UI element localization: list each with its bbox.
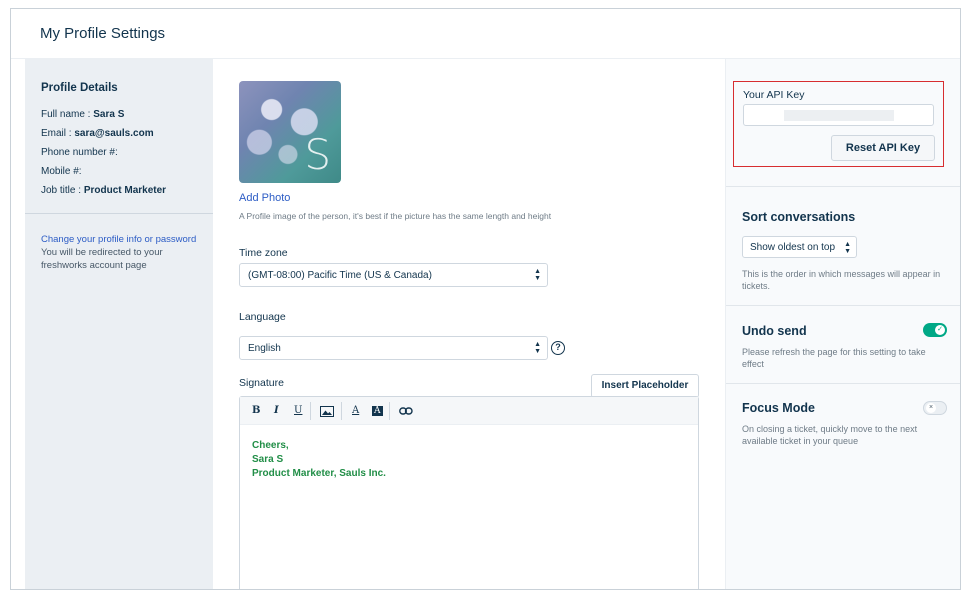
panel-divider	[726, 305, 960, 306]
toolbar-divider	[341, 402, 342, 420]
settings-frame: My Profile Settings Profile Details Full…	[10, 8, 961, 590]
underline-icon[interactable]: U	[294, 405, 302, 416]
timezone-value: (GMT-08:00) Pacific Time (US & Canada)	[248, 270, 432, 281]
sort-select[interactable]: Show oldest on top ▲ ▼	[742, 236, 857, 258]
language-select[interactable]: English ▲ ▼	[239, 336, 548, 360]
api-key-section: Your API Key Reset API Key	[733, 81, 944, 167]
api-key-label: Your API Key	[743, 89, 805, 101]
avatar[interactable]: S	[239, 81, 341, 183]
timezone-label: Time zone	[239, 247, 288, 259]
timezone-select[interactable]: (GMT-08:00) Pacific Time (US & Canada) ▲…	[239, 263, 548, 287]
signature-line: Sara S	[252, 454, 284, 465]
signature-content: Cheers, Sara S Product Marketer, Sauls I…	[252, 439, 386, 481]
toolbar-divider	[389, 402, 390, 420]
italic-icon[interactable]: I	[274, 405, 279, 416]
email-row: Email : sara@sauls.com	[41, 128, 154, 139]
background-color-icon[interactable]: A	[372, 406, 383, 416]
sort-title: Sort conversations	[742, 210, 856, 224]
mobile-label: Mobile #:	[41, 166, 82, 177]
redirect-text: You will be redirected to your freshwork…	[41, 247, 163, 271]
close-icon: ×	[926, 403, 936, 413]
add-photo-link[interactable]: Add Photo	[239, 192, 290, 204]
api-key-mask	[784, 110, 894, 121]
email-label: Email :	[41, 128, 75, 139]
undo-send-description: Please refresh the page for this setting…	[742, 347, 926, 369]
sort-value: Show oldest on top	[750, 242, 836, 253]
language-value: English	[248, 343, 281, 354]
check-icon: ✓	[935, 325, 945, 335]
insert-placeholder-button[interactable]: Insert Placeholder	[591, 374, 699, 398]
email-value: sara@sauls.com	[74, 128, 154, 139]
job-title-value: Product Marketer	[83, 185, 167, 196]
focus-mode-title: Focus Mode	[742, 401, 815, 415]
select-arrows-icon: ▲ ▼	[534, 341, 541, 355]
image-icon[interactable]	[320, 406, 334, 417]
focus-mode-toggle[interactable]: ×	[923, 401, 947, 415]
sort-description: This is the order in which messages will…	[742, 269, 941, 291]
select-arrows-icon: ▲ ▼	[534, 268, 541, 282]
mobile-row: Mobile #:	[41, 166, 82, 177]
phone-row: Phone number #:	[41, 147, 118, 158]
undo-send-toggle[interactable]: ✓	[923, 323, 947, 337]
editor-toolbar: B I U A A	[240, 397, 698, 425]
full-name-label: Full name :	[41, 109, 94, 120]
avatar-letter: S	[304, 130, 331, 179]
profile-redirect-note: Change your profile info or password You…	[41, 233, 201, 272]
profile-details-title: Profile Details	[41, 82, 118, 94]
select-arrows-icon: ▲ ▼	[844, 241, 851, 255]
font-color-icon[interactable]: A	[352, 405, 359, 416]
full-name-value: Sara S	[93, 109, 125, 120]
job-title-row: Job title : Product Marketer	[41, 185, 166, 196]
profile-details-sidebar: Profile Details Full name : Sara S Email…	[25, 59, 213, 589]
signature-line: Product Marketer, Sauls Inc.	[252, 468, 386, 479]
change-profile-link[interactable]: Change your profile info or password	[41, 234, 196, 245]
job-title-label: Job title :	[41, 185, 84, 196]
full-name-row: Full name : Sara S	[41, 109, 124, 120]
api-key-field[interactable]	[743, 104, 934, 126]
page-title: My Profile Settings	[40, 25, 166, 42]
reset-api-key-button[interactable]: Reset API Key	[831, 135, 935, 161]
panel-divider	[726, 186, 960, 187]
signature-line: Cheers,	[252, 440, 289, 451]
link-icon[interactable]	[399, 407, 413, 416]
signature-label: Signature	[239, 377, 284, 389]
bold-icon[interactable]: B	[252, 405, 260, 416]
toolbar-divider	[310, 402, 311, 420]
language-label: Language	[239, 311, 286, 323]
focus-mode-description: On closing a ticket, quickly move to the…	[742, 424, 918, 446]
signature-editor[interactable]: B I U A A Cheers, Sara S Product Markete…	[239, 396, 699, 589]
preferences-panel: Your API Key Reset API Key Sort conversa…	[725, 59, 960, 589]
photo-hint: A Profile image of the person, it's best…	[239, 211, 552, 221]
page-header: My Profile Settings	[11, 9, 960, 59]
sidebar-divider	[25, 213, 213, 214]
phone-label: Phone number #:	[41, 147, 118, 158]
undo-send-title: Undo send	[742, 324, 807, 338]
panel-divider	[726, 383, 960, 384]
help-icon[interactable]: ?	[551, 341, 565, 355]
main-settings: S Add Photo A Profile image of the perso…	[213, 59, 723, 589]
